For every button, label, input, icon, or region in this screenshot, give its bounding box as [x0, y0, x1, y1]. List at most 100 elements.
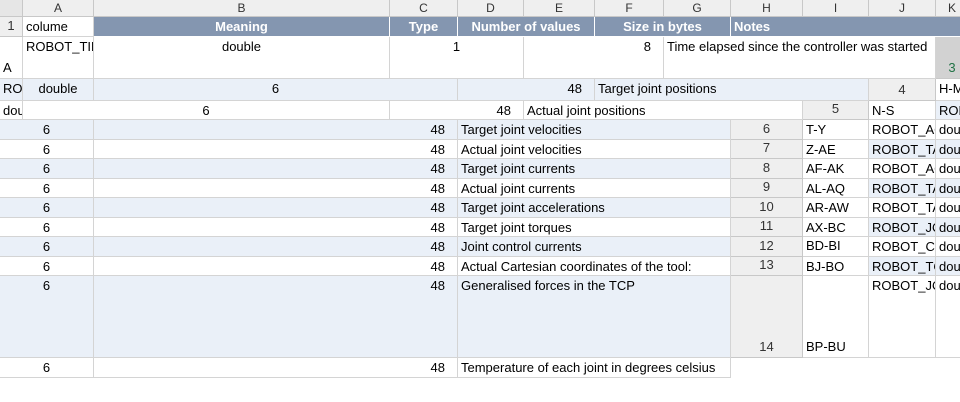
cell-meaning[interactable]: ROBOT_TARGET_JOINT_VELOCITIES — [936, 101, 960, 120]
cell-column-range[interactable]: BP-BU — [803, 276, 869, 358]
column-header-h[interactable]: H — [731, 0, 803, 17]
row-header[interactable]: 10 — [731, 198, 803, 218]
header-cell-notes[interactable]: Notes — [731, 17, 960, 37]
row-header[interactable]: 1 — [0, 17, 23, 37]
cell-notes[interactable]: Time elapsed since the controller was st… — [664, 37, 936, 79]
cell-size-in-bytes[interactable]: 48 — [94, 198, 458, 218]
cell-notes[interactable]: Target joint currents — [458, 159, 731, 179]
cell-type[interactable]: double — [936, 198, 960, 218]
cell-size-in-bytes[interactable]: 48 — [390, 101, 524, 120]
cell-number-of-values[interactable]: 6 — [0, 120, 94, 140]
row-header[interactable]: 7 — [731, 140, 803, 159]
cell-number-of-values[interactable]: 6 — [0, 237, 94, 257]
cell-meaning[interactable]: ROBOT_ACTUAL_JOINT_CURRENT — [869, 159, 936, 179]
column-header-j[interactable]: J — [869, 0, 936, 17]
cell-size-in-bytes[interactable]: 48 — [94, 120, 458, 140]
cell-number-of-values[interactable]: 6 — [0, 140, 94, 159]
cell-notes[interactable]: Target joint positions — [595, 79, 869, 101]
cell-number-of-values[interactable]: 6 — [23, 101, 390, 120]
row-header[interactable]: 9 — [731, 179, 803, 198]
cell-column-range[interactable]: AL-AQ — [803, 179, 869, 198]
cell-number-of-values[interactable]: 6 — [0, 159, 94, 179]
select-all-corner[interactable] — [0, 0, 23, 17]
cell-notes[interactable]: Target joint accelerations — [458, 198, 731, 218]
cell-size-in-bytes[interactable]: 48 — [458, 79, 595, 101]
row-header[interactable]: 8 — [731, 159, 803, 179]
cell-column-range[interactable]: AX-BC — [803, 218, 869, 237]
cell-size-in-bytes[interactable]: 8 — [524, 37, 664, 79]
column-header-b[interactable]: B — [94, 0, 390, 17]
column-header-a[interactable]: A — [23, 0, 94, 17]
header-cell-number[interactable]: Number of values — [458, 17, 595, 37]
cell-type[interactable]: double — [936, 159, 960, 179]
row-header[interactable]: 11 — [731, 218, 803, 237]
cell-meaning[interactable]: ROBOT_TARGET_JOINT_POSITIONS — [0, 79, 23, 101]
cell-number-of-values[interactable]: 6 — [0, 257, 94, 276]
cell-size-in-bytes[interactable]: 48 — [94, 159, 458, 179]
cell-type[interactable]: double — [23, 79, 94, 101]
cell-notes[interactable]: Target joint torques — [458, 218, 731, 237]
cell-size-in-bytes[interactable]: 48 — [94, 140, 458, 159]
column-header-d[interactable]: D — [458, 0, 524, 17]
cell-type[interactable]: double — [936, 120, 960, 140]
cell-type[interactable]: double — [936, 218, 960, 237]
cell-column-range[interactable]: N-S — [869, 101, 936, 120]
cell-column-range[interactable]: BD-BI — [803, 237, 869, 257]
cell-number-of-values[interactable]: 6 — [0, 358, 94, 378]
header-cell-size[interactable]: Size in bytes — [595, 17, 731, 37]
cell-type[interactable]: double — [936, 179, 960, 198]
cell-size-in-bytes[interactable]: 48 — [94, 237, 458, 257]
cell-meaning[interactable]: ROBOT_TIME — [23, 37, 94, 79]
cell-type[interactable]: double — [94, 37, 390, 79]
cell-number-of-values[interactable]: 1 — [390, 37, 524, 79]
cell-column-range[interactable]: Z-AE — [803, 140, 869, 159]
cell-type[interactable]: double — [936, 257, 960, 276]
cell-size-in-bytes[interactable]: 48 — [94, 276, 458, 358]
column-header-i[interactable]: I — [803, 0, 869, 17]
row-header[interactable]: 12 — [731, 237, 803, 257]
cell-meaning[interactable]: ROBOT_TARGET_JOITN_CURRENT — [869, 140, 936, 159]
row-header[interactable]: 14 — [731, 276, 803, 358]
header-cell-type[interactable]: Type — [390, 17, 458, 37]
row-header[interactable]: 4 — [869, 79, 936, 101]
cell-column-range[interactable]: A — [0, 37, 23, 79]
cell-meaning[interactable]: ROBOT_CARTESIAN_COORD_TOOL — [869, 237, 936, 257]
cell-number-of-values[interactable]: 6 — [94, 79, 458, 101]
column-header-g[interactable]: G — [664, 0, 731, 17]
cell-size-in-bytes[interactable]: 48 — [94, 218, 458, 237]
row-header[interactable]: 5 — [803, 101, 869, 120]
cell-meaning[interactable]: ROBOT_TARGET_JOINT_ACCELERATIONS — [869, 179, 936, 198]
column-header-e[interactable]: E — [524, 0, 595, 17]
cell-meaning[interactable]: ROBOT_JOINT_CONTROL_CURRENT — [869, 218, 936, 237]
row-header[interactable]: 13 — [731, 257, 803, 276]
cell-notes[interactable]: Actual joint velocities — [458, 140, 731, 159]
cell-number-of-values[interactable]: 6 — [0, 218, 94, 237]
header-cell-column[interactable]: colume — [23, 17, 94, 37]
cell-size-in-bytes[interactable]: 48 — [94, 257, 458, 276]
cell-notes[interactable]: Actual joint positions — [524, 101, 803, 120]
cell-column-range[interactable]: AR-AW — [803, 198, 869, 218]
cell-notes[interactable]: Actual Cartesian coordinates of the tool… — [458, 257, 731, 276]
cell-column-range[interactable]: T-Y — [803, 120, 869, 140]
column-header-c[interactable]: C — [390, 0, 458, 17]
cell-notes[interactable]: Target joint velocities — [458, 120, 731, 140]
cell-column-range[interactable]: AF-AK — [803, 159, 869, 179]
cell-size-in-bytes[interactable]: 48 — [94, 179, 458, 198]
cell-notes[interactable]: Joint control currents — [458, 237, 731, 257]
cell-meaning[interactable]: ROBOT_JOINT_TEMP — [869, 276, 936, 358]
cell-type[interactable]: double — [936, 140, 960, 159]
cell-type[interactable]: double — [936, 237, 960, 257]
row-header[interactable]: 3 — [936, 37, 960, 79]
cell-meaning[interactable]: ROBOT_ACTUAL_JOINT_VELOCITIES — [869, 120, 936, 140]
cell-number-of-values[interactable]: 6 — [0, 179, 94, 198]
cell-meaning[interactable]: ROBOT_TARGET_JOINT_TORQUES — [869, 198, 936, 218]
column-header-f[interactable]: F — [595, 0, 664, 17]
column-header-k[interactable]: K — [936, 0, 960, 17]
cell-column-range[interactable]: BJ-BO — [803, 257, 869, 276]
cell-column-range[interactable]: H-M — [936, 79, 960, 101]
cell-type[interactable]: double — [936, 276, 960, 358]
cell-notes[interactable]: Temperature of each joint in degrees cel… — [458, 358, 731, 378]
cell-number-of-values[interactable]: 6 — [0, 198, 94, 218]
row-header[interactable]: 6 — [731, 120, 803, 140]
cell-size-in-bytes[interactable]: 48 — [94, 358, 458, 378]
